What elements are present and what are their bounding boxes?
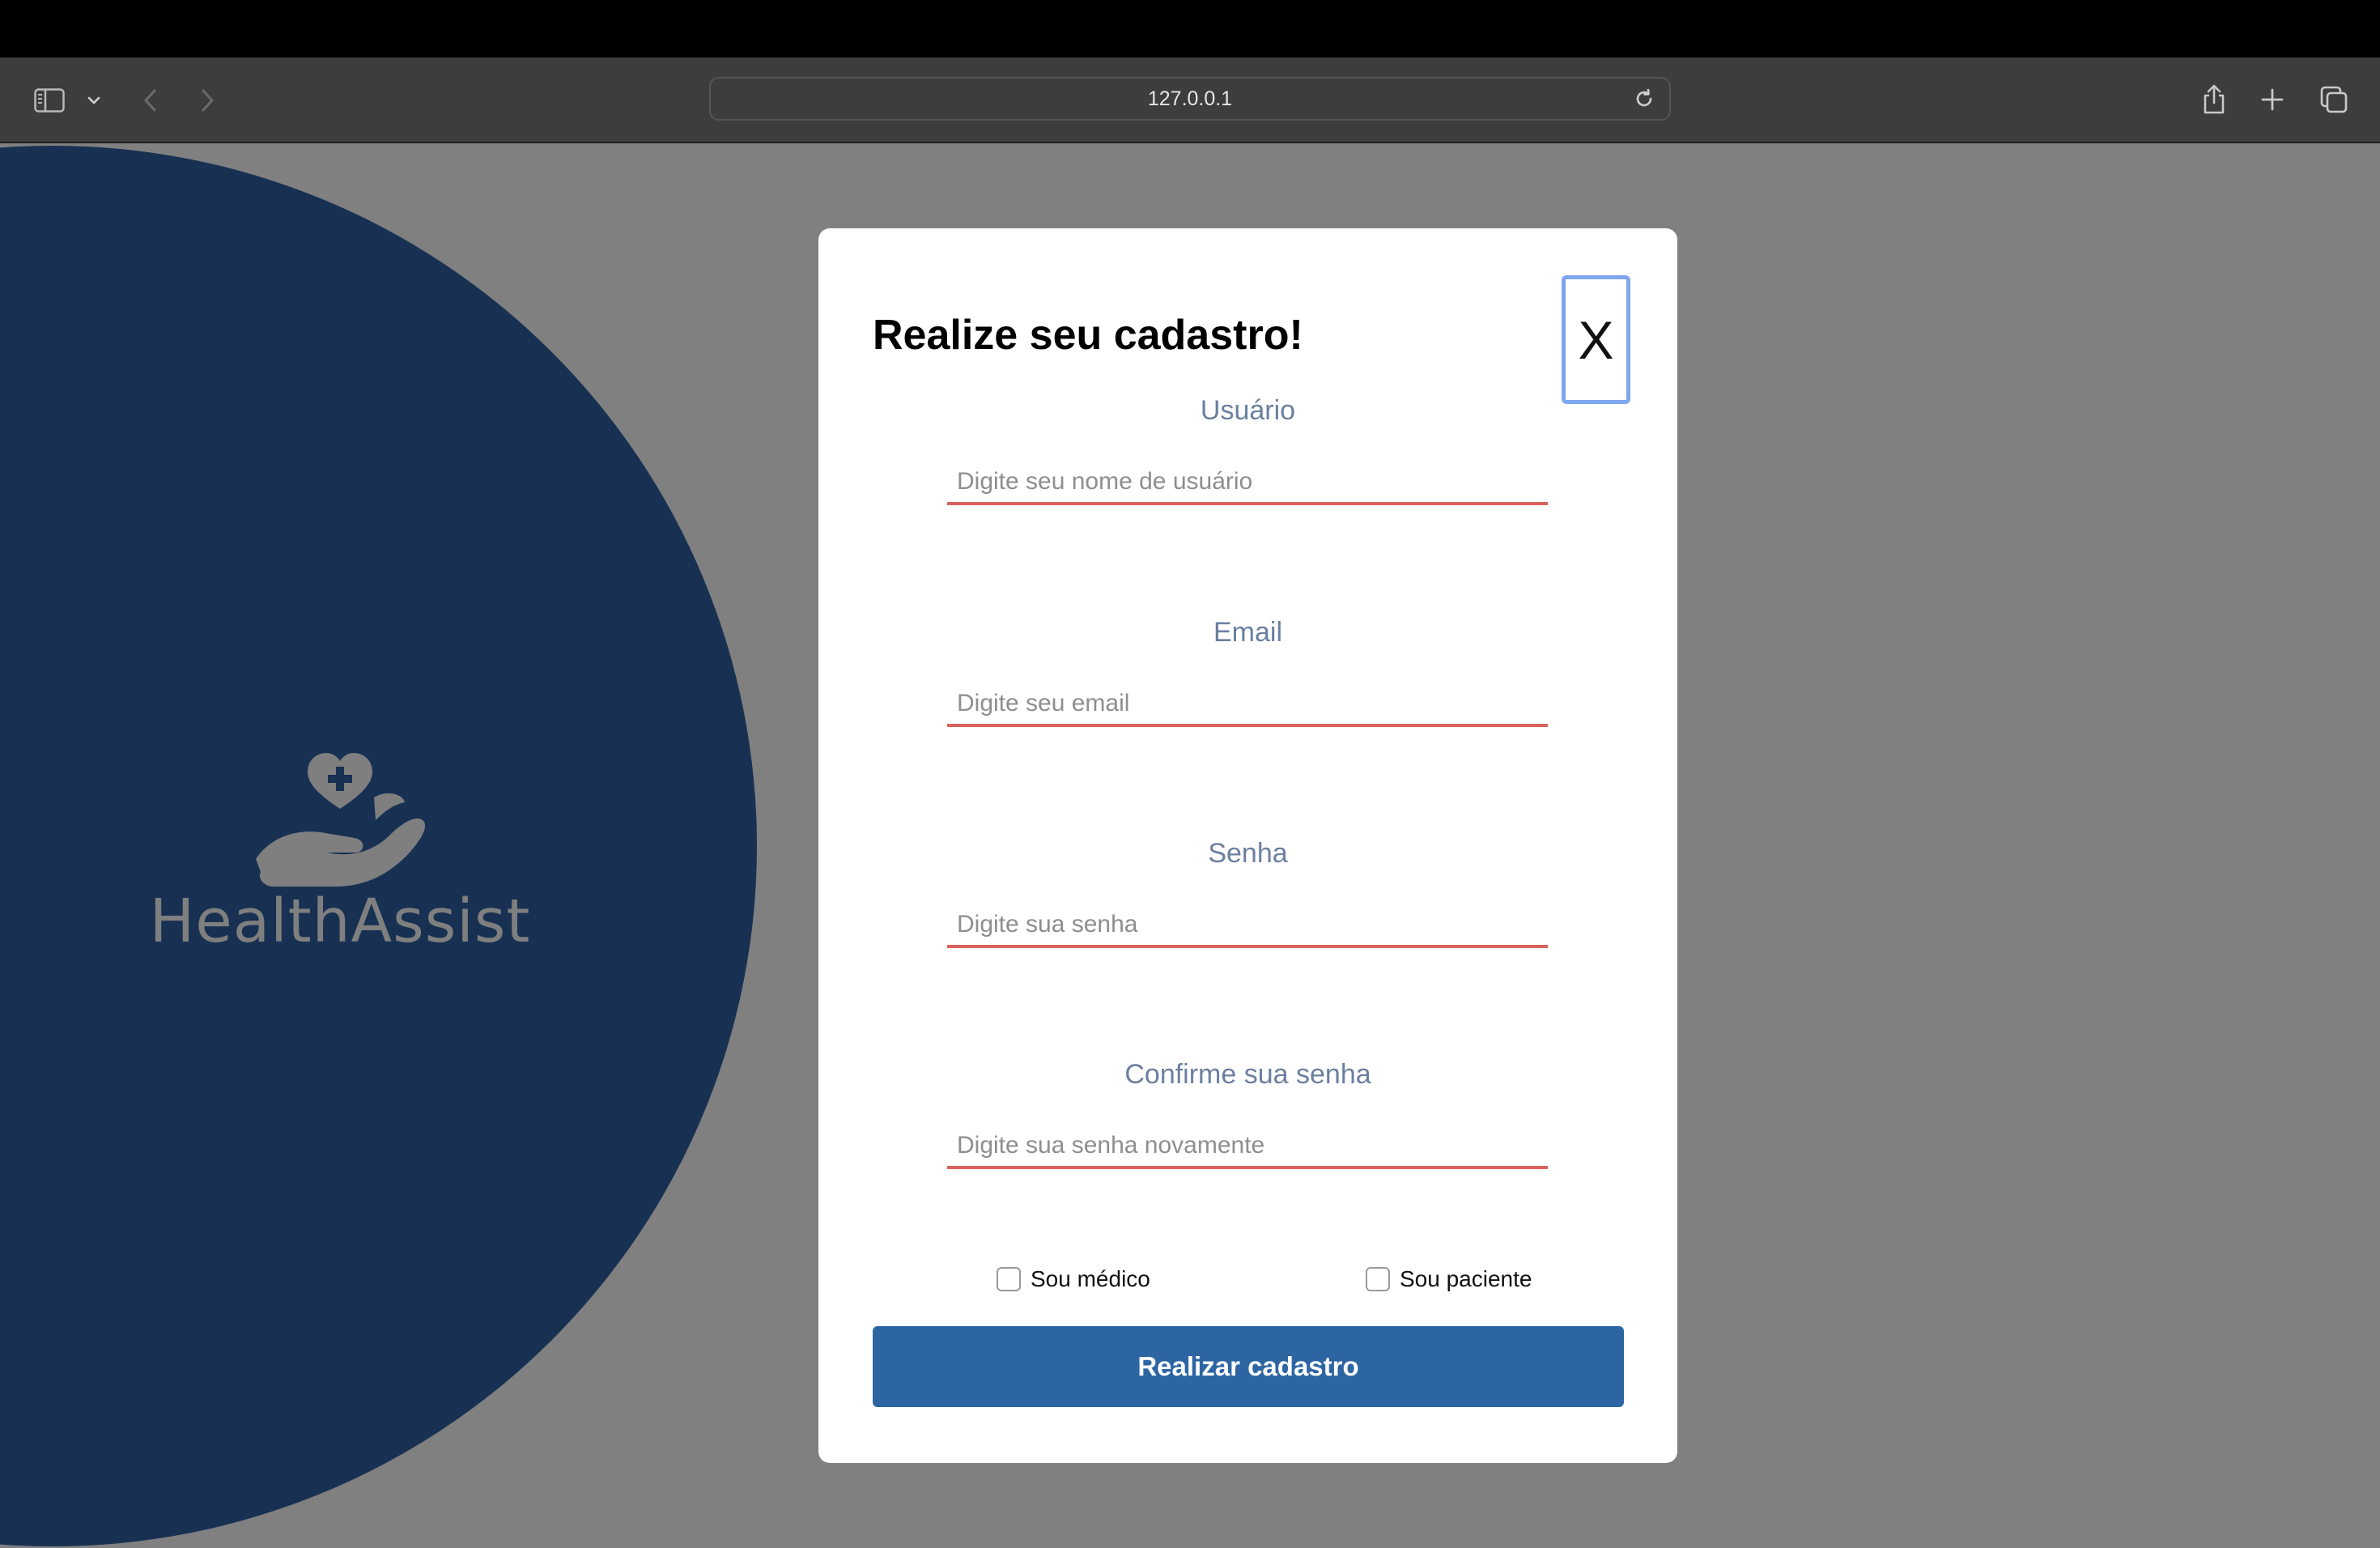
plus-icon[interactable]	[2252, 79, 2293, 121]
password-label: Senha	[1208, 838, 1288, 869]
back-arrow-icon[interactable]	[134, 80, 167, 121]
password-input[interactable]	[947, 904, 1548, 948]
close-button[interactable]: X	[1562, 275, 1630, 404]
patient-checkbox-label: Sou paciente	[1400, 1266, 1532, 1291]
signup-modal: Realize seu cadastro! X Usuário Email Se…	[818, 228, 1677, 1463]
brand-block: HealthAssist	[121, 751, 559, 961]
confirm-password-label: Confirme sua senha	[1124, 1059, 1371, 1090]
address-bar[interactable]: 127.0.0.1	[709, 77, 1671, 121]
username-label: Usuário	[1200, 395, 1296, 426]
patient-option[interactable]: Sou paciente	[1366, 1266, 1532, 1292]
doctor-checkbox-label: Sou médico	[1031, 1266, 1150, 1291]
email-label: Email	[1213, 617, 1283, 648]
modal-title: Realize seu cadastro!	[873, 312, 1303, 359]
patient-checkbox[interactable]	[1366, 1267, 1390, 1291]
browser-toolbar: 127.0.0.1	[0, 57, 2380, 143]
brand-name: HealthAssist	[149, 887, 531, 956]
reload-icon[interactable]	[1627, 82, 1661, 116]
tabs-overview-icon[interactable]	[2314, 79, 2354, 121]
chevron-down-icon[interactable]	[81, 80, 107, 121]
confirm-password-input[interactable]	[947, 1125, 1548, 1169]
heart-hand-icon	[236, 751, 439, 888]
forward-arrow-icon[interactable]	[191, 80, 223, 121]
sidebar-icon[interactable]	[29, 80, 70, 121]
doctor-option[interactable]: Sou médico	[997, 1266, 1150, 1292]
page-content: HealthAssist Realize seu cadastro! X Usu…	[0, 143, 2380, 1548]
doctor-checkbox[interactable]	[997, 1267, 1021, 1291]
top-menu-strip	[0, 0, 2380, 57]
url-text: 127.0.0.1	[1147, 87, 1233, 110]
email-input[interactable]	[947, 683, 1548, 727]
submit-button[interactable]: Realizar cadastro	[873, 1326, 1624, 1407]
username-input[interactable]	[947, 461, 1548, 505]
share-icon[interactable]	[2194, 79, 2234, 121]
